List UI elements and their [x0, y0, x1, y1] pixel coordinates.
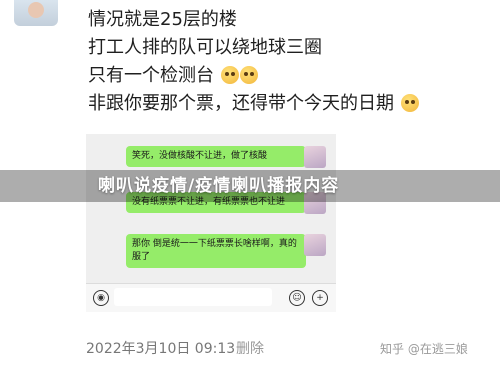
post-line-4: 非跟你要那个票，还得带个今天的日期	[88, 90, 488, 118]
post-line-2: 打工人排的队可以绕地球三圈	[88, 37, 322, 58]
post-body: 情况就是25层的楼 打工人排的队可以绕地球三圈 只有一个检测台 非跟你要那个票，…	[88, 6, 488, 118]
chat-bubble: 那你 倒是统一一下纸票票长啥样啊，真的服了	[126, 234, 311, 268]
chat-input-bar: ◉ ☺ +	[86, 283, 336, 312]
grin-emoji-icon	[400, 94, 419, 112]
chat-screenshot-image: 笑死，没做核酸不让进，做了核酸 没有纸票票不让进，有纸票票也不让进 那你 倒是统…	[86, 134, 336, 312]
user-avatar[interactable]	[14, 0, 58, 26]
post-line-3: 只有一个检测台	[88, 62, 488, 90]
grin-emoji-icon	[239, 66, 258, 84]
chat-bubble: 笑死，没做核酸不让进，做了核酸	[126, 146, 311, 167]
chat-avatar	[304, 234, 326, 256]
post-timestamp: 2022年3月10日 09:13	[86, 341, 236, 357]
delete-link[interactable]: 删除	[236, 338, 264, 358]
chat-avatar	[304, 146, 326, 168]
chat-text-field	[114, 288, 272, 306]
voice-icon: ◉	[93, 290, 109, 306]
grin-emoji-icon	[220, 66, 239, 84]
post-line-1: 情况就是25层的楼	[88, 9, 237, 30]
plus-icon: +	[312, 290, 328, 306]
avatar-face	[28, 2, 44, 18]
emoji-face-icon: ☺	[289, 290, 305, 306]
banner-title: 喇叭说疫情/疫情喇叭播报内容	[98, 176, 340, 196]
zhihu-watermark: 知乎 @在逃三娘	[380, 342, 468, 356]
